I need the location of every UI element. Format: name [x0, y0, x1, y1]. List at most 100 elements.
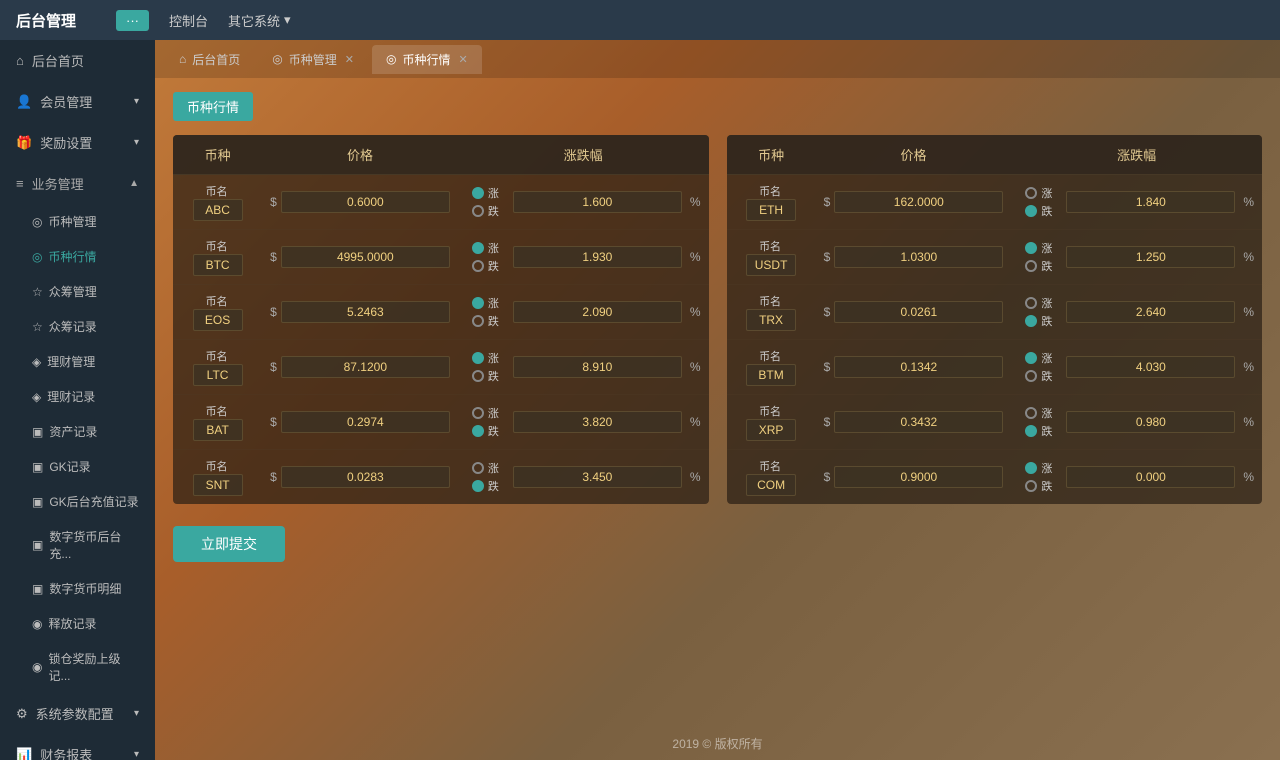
price-input[interactable]	[281, 246, 450, 268]
close-tab-coin-market[interactable]: ✕	[458, 53, 467, 66]
price-input[interactable]	[281, 301, 450, 323]
fall-radio[interactable]	[472, 205, 484, 217]
gk-icon: ▣	[32, 460, 43, 474]
sidebar-item-release-record[interactable]: ◉ 释放记录	[0, 606, 155, 641]
sidebar-item-finance-record[interactable]: ◈ 理财记录	[0, 379, 155, 414]
change-input[interactable]	[1066, 356, 1235, 378]
nav-control[interactable]: 控制台	[169, 11, 208, 30]
sidebar-item-gk-record[interactable]: ▣ GK记录	[0, 449, 155, 484]
rise-radio[interactable]	[472, 297, 484, 309]
change-input[interactable]	[1066, 411, 1235, 433]
rise-label: 涨	[1041, 460, 1052, 476]
price-cell: $	[262, 230, 458, 285]
change-input[interactable]	[1066, 246, 1235, 268]
fall-label: 跌	[488, 313, 499, 329]
sidebar-item-rewards[interactable]: 🎁 奖励设置 ▾	[0, 122, 155, 163]
sidebar-item-asset-record[interactable]: ▣ 资产记录	[0, 414, 155, 449]
rise-radio[interactable]	[472, 242, 484, 254]
tab-coin-mgmt[interactable]: ◎ 币种管理 ✕	[258, 45, 368, 74]
price-input[interactable]	[281, 191, 450, 213]
change-input[interactable]	[513, 411, 682, 433]
fall-radio[interactable]	[472, 370, 484, 382]
price-input[interactable]	[281, 411, 450, 433]
price-input[interactable]	[834, 301, 1003, 323]
fall-radio[interactable]	[1025, 425, 1037, 437]
price-input[interactable]	[834, 466, 1003, 488]
table-row: 币名EOS$ 涨 跌 %	[173, 285, 709, 340]
sidebar-item-crowd-record[interactable]: ☆ 众筹记录	[0, 309, 155, 344]
price-input[interactable]	[834, 191, 1003, 213]
sidebar-item-finance-mgmt[interactable]: ◈ 理财管理	[0, 344, 155, 379]
coin-label: 币名	[206, 186, 228, 198]
coin-label: 币名	[759, 461, 781, 473]
sidebar-item-lock-reward[interactable]: ◉ 锁仓奖励上级记...	[0, 641, 155, 693]
sidebar-item-crowd-mgmt[interactable]: ☆ 众筹管理	[0, 274, 155, 309]
rise-radio[interactable]	[472, 352, 484, 364]
rise-radio[interactable]	[472, 187, 484, 199]
rise-radio[interactable]	[472, 407, 484, 419]
price-cell: $	[262, 450, 458, 505]
price-input[interactable]	[834, 411, 1003, 433]
rise-radio[interactable]	[472, 462, 484, 474]
nav-other-systems[interactable]: 其它系统 ▾	[228, 11, 291, 30]
sidebar-item-home[interactable]: ⌂ 后台首页	[0, 40, 155, 81]
settings-icon: ⚙	[16, 706, 28, 722]
price-cell: $	[816, 450, 1012, 505]
rise-label: 涨	[1041, 405, 1052, 421]
change-input[interactable]	[513, 191, 682, 213]
submit-button[interactable]: 立即提交	[173, 526, 285, 562]
fall-radio[interactable]	[1025, 205, 1037, 217]
sidebar-item-finance-report[interactable]: 📊 财务报表 ▾	[0, 734, 155, 760]
fall-radio-row: 跌	[472, 313, 499, 329]
fall-radio[interactable]	[472, 260, 484, 272]
change-input[interactable]	[513, 466, 682, 488]
rise-fall-selector: 涨 跌	[1019, 456, 1058, 498]
tab-home[interactable]: ⌂ 后台首页	[165, 45, 254, 74]
sidebar-item-members[interactable]: 👤 会员管理 ▾	[0, 81, 155, 122]
fall-radio[interactable]	[1025, 260, 1037, 272]
fall-radio[interactable]	[1025, 480, 1037, 492]
price-input[interactable]	[834, 246, 1003, 268]
close-tab-coin-mgmt[interactable]: ✕	[345, 53, 354, 66]
rise-radio[interactable]	[1025, 407, 1037, 419]
sidebar-item-coin-mgmt[interactable]: ◎ 币种管理	[0, 204, 155, 239]
footer: 2019 © 版权所有	[155, 727, 1280, 760]
rise-radio[interactable]	[1025, 242, 1037, 254]
sidebar-item-digital-detail[interactable]: ▣ 数字货币明细	[0, 571, 155, 606]
rise-radio[interactable]	[1025, 462, 1037, 474]
rise-label: 涨	[1041, 350, 1052, 366]
change-input[interactable]	[513, 246, 682, 268]
more-button[interactable]: ···	[116, 10, 149, 31]
sidebar-item-sys-config[interactable]: ⚙ 系统参数配置 ▾	[0, 693, 155, 734]
rise-radio[interactable]	[1025, 187, 1037, 199]
rise-radio[interactable]	[1025, 352, 1037, 364]
sidebar-item-charge-record[interactable]: ▣ GK后台充值记录	[0, 484, 155, 519]
price-cell: $	[262, 395, 458, 450]
fall-radio[interactable]	[472, 315, 484, 327]
change-input[interactable]	[1066, 466, 1235, 488]
price-input[interactable]	[834, 356, 1003, 378]
price-input[interactable]	[281, 466, 450, 488]
fall-radio[interactable]	[1025, 315, 1037, 327]
fall-radio[interactable]	[472, 425, 484, 437]
change-input[interactable]	[1066, 191, 1235, 213]
change-input[interactable]	[513, 301, 682, 323]
pct-sign: %	[690, 250, 701, 264]
change-input[interactable]	[1066, 301, 1235, 323]
sidebar-item-digital-charge[interactable]: ▣ 数字货币后台充...	[0, 519, 155, 571]
sidebar-item-business[interactable]: ≡ 业务管理 ▲	[0, 163, 155, 204]
pct-sign: %	[1243, 195, 1254, 209]
fall-radio[interactable]	[472, 480, 484, 492]
rise-fall-selector: 涨 跌	[466, 236, 505, 278]
tab-coin-market[interactable]: ◎ 币种行情 ✕	[372, 45, 482, 74]
rise-radio[interactable]	[1025, 297, 1037, 309]
coin-cell: 币名LTC	[173, 340, 262, 395]
coin-label: 币名	[759, 351, 781, 363]
rise-radio-row: 涨	[472, 405, 499, 421]
price-input[interactable]	[281, 356, 450, 378]
fall-radio-row: 跌	[472, 203, 499, 219]
fall-radio[interactable]	[1025, 370, 1037, 382]
sidebar: ⌂ 后台首页 👤 会员管理 ▾ 🎁 奖励设置 ▾ ≡ 业务管理 ▲ ◎ 币种管理…	[0, 40, 155, 760]
sidebar-item-coin-market[interactable]: ◎ 币种行情	[0, 239, 155, 274]
change-input[interactable]	[513, 356, 682, 378]
